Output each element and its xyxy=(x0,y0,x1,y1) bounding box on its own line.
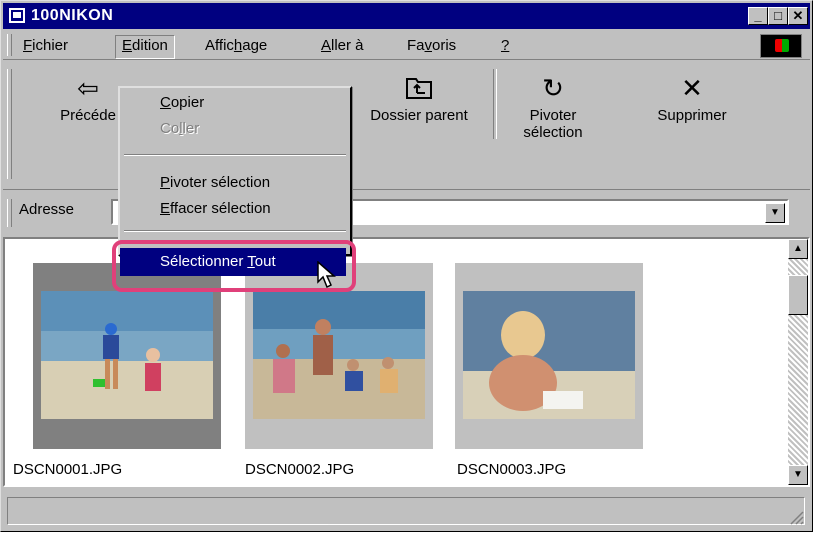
window-icon xyxy=(9,8,25,23)
maximize-icon: □ xyxy=(774,8,782,23)
windows-logo xyxy=(760,34,802,58)
parent-folder-button[interactable]: Dossier parent xyxy=(349,73,489,124)
rotate-selection-button[interactable]: ↻ Pivoter sélection xyxy=(503,73,603,141)
parent-folder-label: Dossier parent xyxy=(370,107,468,124)
resize-grip-icon[interactable] xyxy=(788,509,804,525)
title-bar[interactable]: 100NIKON _ □ ✕ xyxy=(3,3,810,29)
file-name-1: DSCN0001.JPG xyxy=(13,461,123,478)
menu-item-coller: Coller xyxy=(160,120,200,137)
chevron-down-icon: ▼ xyxy=(770,207,780,218)
menu-item-effacer-selection[interactable]: Effacer sélection xyxy=(120,196,350,222)
address-dropdown-button[interactable]: ▼ xyxy=(765,203,785,223)
menu-separator xyxy=(124,230,346,232)
rotate-icon: ↻ xyxy=(542,73,564,103)
delete-label: Supprimer xyxy=(657,107,727,124)
toolbar-separator xyxy=(493,69,497,139)
thumbnail-photo-family-beach xyxy=(253,291,425,419)
thumbnail-photo-reading-beach xyxy=(463,291,635,419)
file-name-2: DSCN0002.JPG xyxy=(245,461,355,478)
menu-separator xyxy=(124,154,346,156)
delete-x-icon: ✕ xyxy=(681,73,703,103)
menu-edition[interactable]: Edition xyxy=(115,35,175,59)
mouse-cursor-icon xyxy=(317,261,336,289)
vertical-scrollbar[interactable]: ▲ ▼ xyxy=(788,239,808,485)
scroll-thumb[interactable] xyxy=(788,275,808,315)
addressbar-grip[interactable] xyxy=(7,199,12,227)
toolbar-grip[interactable] xyxy=(7,69,12,179)
scroll-up-button[interactable]: ▲ xyxy=(788,239,808,259)
close-button[interactable]: ✕ xyxy=(788,7,808,25)
menu-favoris[interactable]: Favoris xyxy=(401,35,462,57)
edition-dropdown-menu: Copier Coller Pivoter sélection Effacer … xyxy=(118,86,352,256)
menubar-grip[interactable] xyxy=(7,34,12,56)
file-name-3: DSCN0003.JPG xyxy=(457,461,567,478)
rotate-label-line2: sélection xyxy=(523,124,583,141)
maximize-button[interactable]: □ xyxy=(768,7,788,25)
menu-aller-a[interactable]: Aller à xyxy=(315,35,370,57)
scroll-down-button[interactable]: ▼ xyxy=(788,465,808,485)
status-panel xyxy=(7,497,805,525)
delete-button[interactable]: ✕ Supprimer xyxy=(637,73,747,124)
menu-affichage[interactable]: Affichage xyxy=(199,35,273,57)
parent-folder-icon xyxy=(349,73,489,107)
rotate-label-line1: Pivoter xyxy=(529,107,577,124)
file-tile-3[interactable] xyxy=(455,263,643,453)
menu-item-copier[interactable]: Copier xyxy=(120,90,350,116)
menu-help[interactable]: ? xyxy=(495,35,515,57)
status-bar xyxy=(3,491,810,529)
chevron-down-icon: ▼ xyxy=(793,469,803,480)
address-label: Adresse xyxy=(19,201,75,218)
minimize-button[interactable]: _ xyxy=(748,7,768,25)
menu-item-pivoter-selection[interactable]: Pivoter sélection xyxy=(120,170,350,196)
window-title: 100NIKON xyxy=(31,7,114,24)
menu-bar: Fichier Edition Affichage Aller à Favori… xyxy=(3,31,810,60)
minimize-icon: _ xyxy=(754,8,762,23)
menu-fichier[interactable]: Fichier xyxy=(17,35,74,57)
chevron-up-icon: ▲ xyxy=(793,243,803,254)
thumbnail-photo-kids-beach xyxy=(41,291,213,419)
close-icon: ✕ xyxy=(792,8,804,23)
